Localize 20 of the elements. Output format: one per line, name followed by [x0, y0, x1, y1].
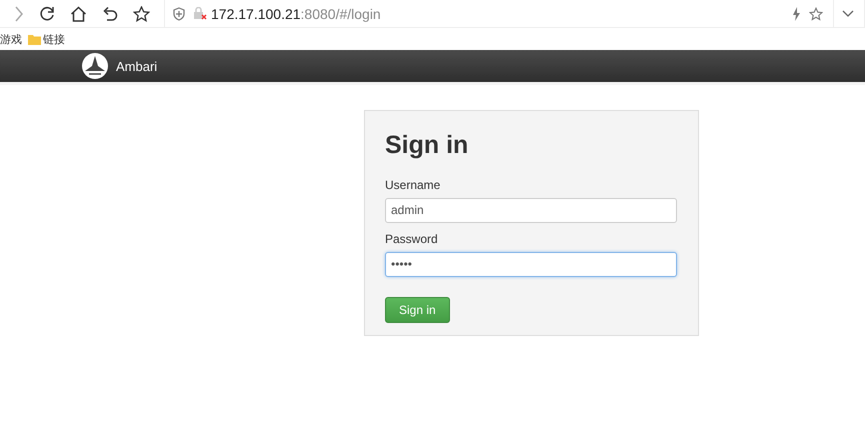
bookmark-link[interactable]: 游戏: [0, 32, 22, 46]
field-label: Username: [385, 178, 442, 192]
chevron-down-icon[interactable]: [842, 10, 854, 18]
form-title: Sign in: [385, 131, 470, 160]
insecure-lock-icon[interactable]: [193, 7, 207, 20]
star-icon[interactable]: [133, 6, 150, 22]
logo-icon[interactable]: [82, 53, 108, 79]
folder-icon: [28, 34, 41, 44]
field-label: Password: [385, 232, 439, 246]
address-field[interactable]: 172.17.100.21:8080/#/login: [211, 6, 783, 22]
brand-name[interactable]: Ambari: [116, 58, 158, 74]
reload-icon[interactable]: [39, 6, 55, 22]
input-field[interactable]: admin: [385, 198, 677, 223]
bookmark-link[interactable]: 链接: [43, 32, 65, 46]
input-field[interactable]: •••••: [385, 252, 677, 277]
shield-icon[interactable]: [173, 6, 185, 20]
undo-icon[interactable]: [102, 6, 118, 22]
home-icon[interactable]: [70, 6, 87, 22]
lightning-icon[interactable]: [791, 6, 801, 20]
star-icon[interactable]: [809, 6, 823, 20]
